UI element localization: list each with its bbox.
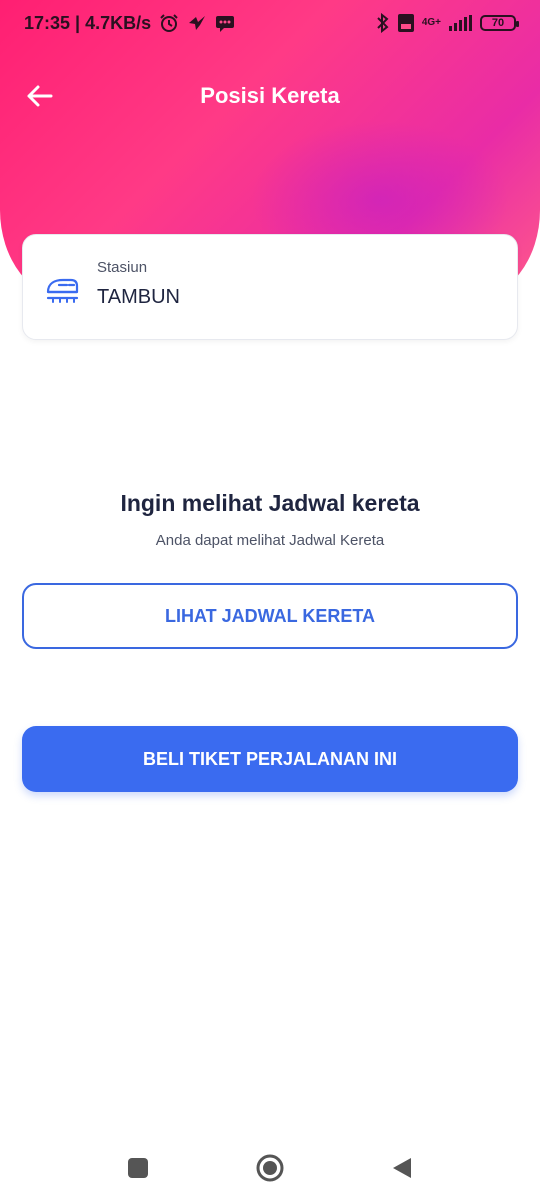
station-texts: Stasiun TAMBUN bbox=[97, 259, 180, 309]
arrow-left-icon bbox=[27, 85, 53, 107]
system-nav-bar bbox=[0, 1140, 540, 1196]
back-nav-button[interactable] bbox=[384, 1150, 420, 1186]
status-right: 4G+ 70 bbox=[376, 13, 519, 33]
page-title: Posisi Kereta bbox=[200, 83, 340, 108]
info-title: Ingin melihat Jadwal kereta bbox=[120, 490, 420, 516]
bird-app-icon bbox=[187, 14, 207, 32]
station-card[interactable]: Stasiun TAMBUN bbox=[22, 234, 518, 340]
network-type: 4G+ bbox=[421, 17, 441, 28]
circle-icon bbox=[256, 1154, 284, 1182]
status-bar: 17:35 | 4.7KB/s 4G+ 70 bbox=[0, 0, 540, 46]
square-icon bbox=[128, 1158, 148, 1178]
buy-ticket-button[interactable]: BELI TIKET PERJALANAN INI bbox=[22, 726, 518, 792]
train-icon bbox=[46, 278, 79, 303]
alarm-icon bbox=[159, 13, 179, 33]
status-left: 17:35 | 4.7KB/s bbox=[24, 13, 235, 34]
back-button[interactable] bbox=[20, 78, 58, 114]
signal-icon bbox=[449, 15, 472, 31]
station-label: Stasiun bbox=[97, 259, 148, 276]
triangle-back-icon bbox=[393, 1158, 411, 1178]
home-button[interactable] bbox=[252, 1150, 288, 1186]
volte-icon bbox=[397, 14, 414, 32]
info-subtitle: Anda dapat melihat Jadwal Kereta bbox=[155, 532, 385, 549]
view-schedule-button[interactable]: LIHAT JADWAL KERETA bbox=[22, 583, 518, 649]
app-bar: Posisi Kereta bbox=[0, 70, 540, 122]
recents-button[interactable] bbox=[120, 1150, 156, 1186]
station-name: TAMBUN bbox=[97, 286, 180, 308]
status-time-speed: 17:35 | 4.7KB/s bbox=[24, 12, 152, 33]
bluetooth-icon bbox=[376, 13, 390, 33]
battery-icon: 70 bbox=[480, 15, 519, 31]
message-icon bbox=[215, 14, 235, 32]
